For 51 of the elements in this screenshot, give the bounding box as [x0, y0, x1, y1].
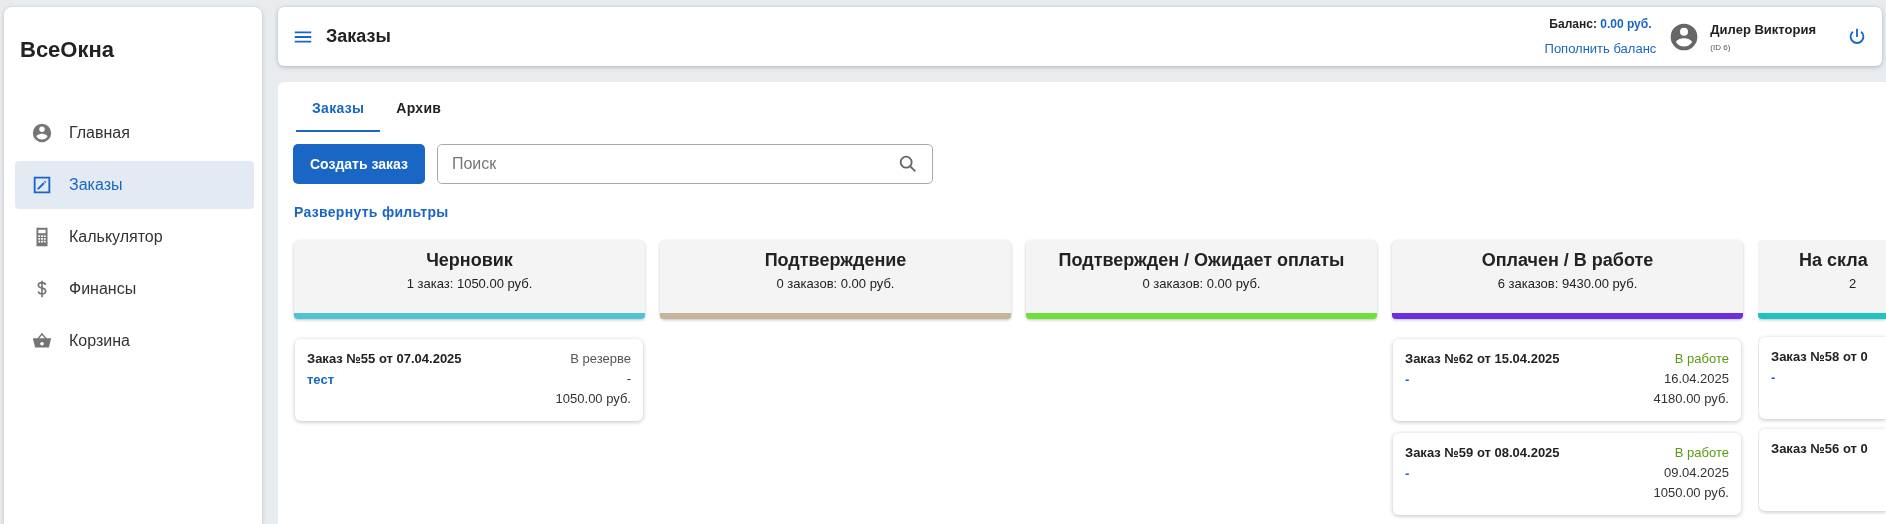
order-total: 1050.00 руб. [555, 391, 631, 406]
tab[interactable]: Заказы [296, 88, 381, 132]
column-summary: 0 заказов: 0.00 руб. [775, 276, 896, 291]
column-title: Подтвержден / Ожидает оплаты [1057, 250, 1346, 271]
order-card[interactable]: Заказ №55 от 07.04.2025 тест В резерве - 1050.00 руб. [295, 339, 643, 421]
user-name: Дилер Виктория [1710, 21, 1816, 37]
column-summary: 2 [1848, 276, 1858, 291]
order-title: Заказ №62 от 15.04.2025 [1405, 351, 1560, 366]
column-summary: 0 заказов: 0.00 руб. [1141, 276, 1262, 291]
app-logo: ВсеОкна [19, 36, 115, 64]
order-title: Заказ №55 от 07.04.2025 [307, 351, 462, 366]
column-title: На скла [1799, 250, 1869, 271]
sidebar-item[interactable]: Финансы [15, 265, 254, 313]
order-status: В работе [1673, 445, 1729, 460]
sidebar-item[interactable]: Калькулятор [15, 213, 254, 261]
client-link[interactable]: - [1771, 370, 1868, 385]
client-link[interactable]: - [1405, 466, 1560, 481]
column-title: Черновик [425, 250, 514, 271]
order-title: Заказ №59 от 08.04.2025 [1405, 445, 1560, 460]
search-field[interactable]: Поиск [436, 144, 933, 184]
sidebar-item[interactable]: Главная [15, 109, 254, 157]
order-card[interactable]: Заказ №62 от 15.04.2025 - В работе 16.04.2025 4180.00 руб. [1393, 339, 1741, 421]
order-date: 09.04.2025 [1662, 465, 1729, 480]
page-title: Заказы [326, 26, 392, 47]
expand-filters-link[interactable]: Развернуть фильтры [294, 204, 1886, 220]
create-order-button[interactable]: Создать заказ [293, 144, 425, 184]
top-up-link[interactable]: Пополнить баланс [1544, 41, 1657, 56]
order-date: 16.04.2025 [1662, 371, 1729, 386]
order-status: В работе [1673, 351, 1729, 366]
order-card[interactable]: Заказ №56 от 0 [1759, 429, 1886, 511]
order-total: 1050.00 руб. [1653, 485, 1729, 500]
order-total: 4180.00 руб. [1653, 391, 1729, 406]
order-title: Заказ №56 от 0 [1771, 441, 1868, 456]
column-title: Оплачен / В работе [1480, 250, 1655, 271]
edit-icon [31, 174, 53, 196]
order-title: Заказ №58 от 0 [1771, 349, 1868, 364]
column-summary: 6 заказов: 9430.00 руб. [1496, 276, 1639, 291]
client-link[interactable]: - [1405, 372, 1560, 387]
balance-text: Баланс: 0.00 руб. [1549, 17, 1652, 31]
order-date: - [625, 371, 631, 386]
user-icon [31, 122, 53, 144]
sidebar-item[interactable]: Заказы [15, 161, 254, 209]
client-link[interactable]: тест [307, 372, 462, 387]
sidebar-item[interactable]: Корзина [15, 317, 254, 365]
order-card[interactable]: Заказ №58 от 0 - [1759, 337, 1886, 419]
user-id: (ID 6) [1710, 42, 1732, 52]
order-status: В резерве [569, 351, 631, 366]
column-summary: 1 заказ: 1050.00 руб. [405, 276, 534, 291]
column-title: Подтверждение [763, 250, 908, 271]
order-card[interactable]: Заказ №59 от 08.04.2025 - В работе 09.04.2025 1050.00 руб. [1393, 433, 1741, 515]
tab[interactable]: Архив [380, 88, 458, 132]
